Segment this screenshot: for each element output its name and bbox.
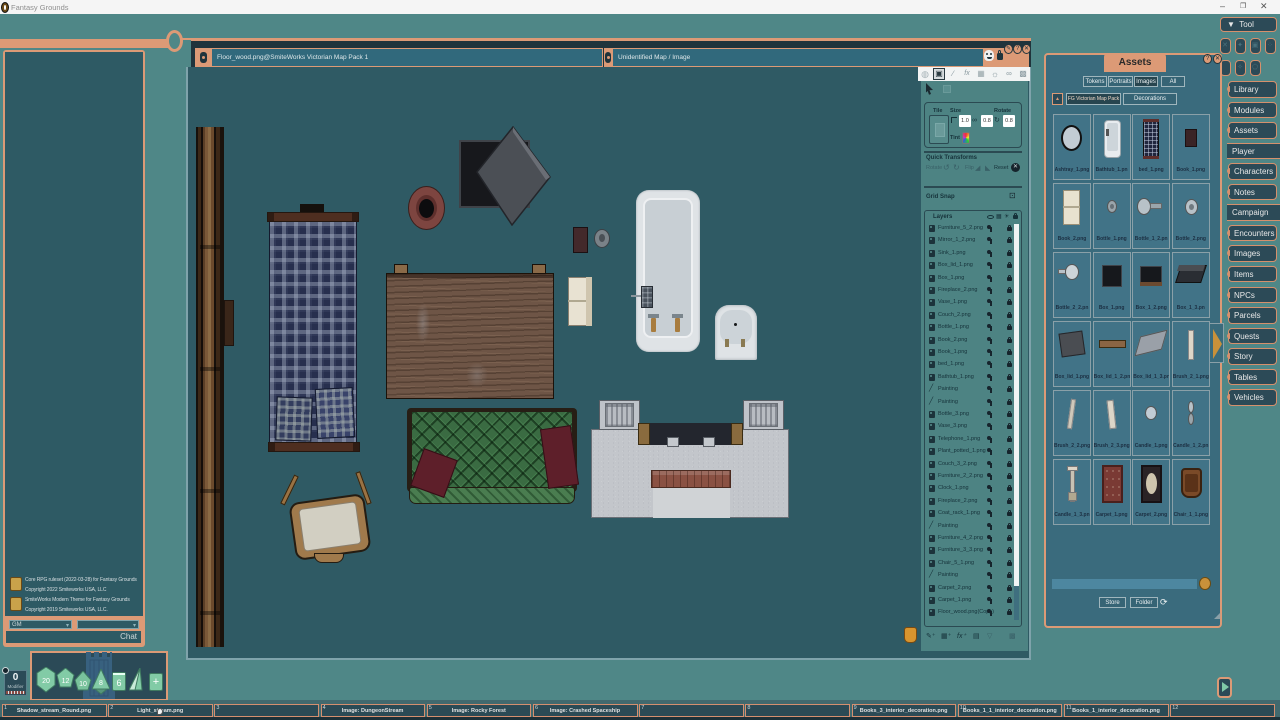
svg-text:12: 12 — [62, 678, 70, 685]
svg-text:10: 10 — [79, 681, 87, 688]
svg-text:8: 8 — [99, 680, 103, 687]
svg-text:20: 20 — [42, 678, 50, 685]
